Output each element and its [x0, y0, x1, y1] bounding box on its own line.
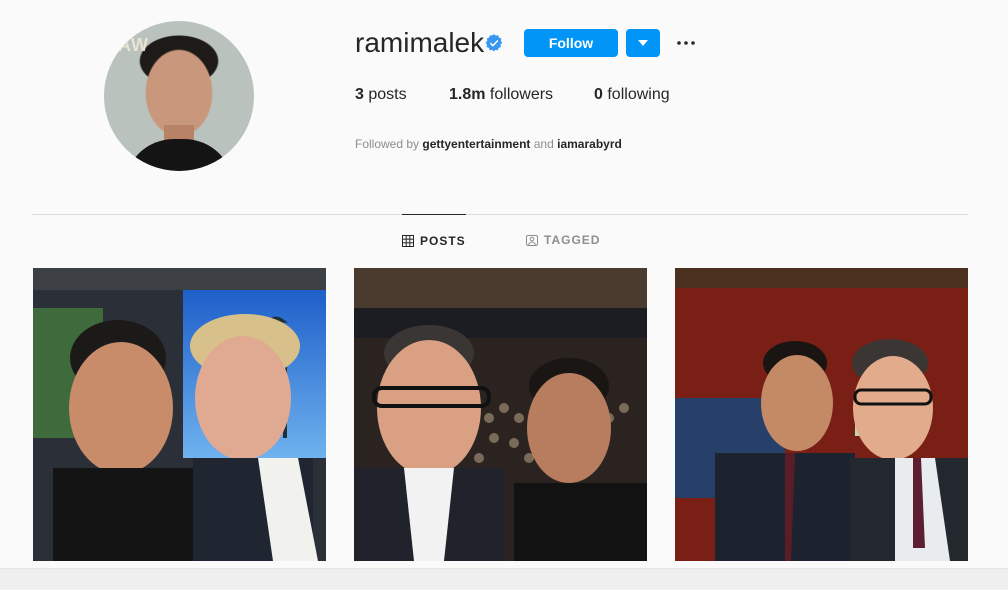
more-options-button[interactable]: [675, 30, 697, 56]
stat-followers-label: followers: [489, 86, 554, 103]
avatar-shirt: [124, 139, 234, 171]
page-footer-bar: [0, 568, 1008, 590]
post-thumbnail[interactable]: [675, 268, 968, 561]
followed-by-joiner: and: [533, 137, 554, 151]
stat-posts-label: posts: [368, 86, 407, 103]
tab-tagged-label: TAGGED: [544, 233, 601, 247]
post-selfie-colbert-audience-image: [354, 268, 647, 561]
tab-posts[interactable]: POSTS: [402, 214, 466, 267]
post-selfie-colbert-set-image: [675, 268, 968, 561]
tagged-icon: [526, 235, 538, 246]
follow-button[interactable]: Follow: [524, 29, 618, 57]
profile-username: ramimalek: [355, 27, 485, 58]
stat-followers[interactable]: 1.8m followers: [449, 85, 553, 105]
chevron-down-icon: [638, 40, 648, 46]
stat-posts: 3 posts: [355, 85, 407, 105]
post-thumbnail[interactable]: [33, 268, 326, 561]
tab-tagged[interactable]: TAGGED: [526, 214, 600, 266]
stat-following-label: following: [607, 86, 670, 103]
post-selfie-ellen-image: [33, 268, 326, 561]
followed-by-account[interactable]: iamarabyrd: [557, 137, 622, 151]
stat-posts-count: 3: [355, 86, 364, 103]
followed-by-line: Followed by gettyentertainment and iamar…: [355, 136, 622, 152]
followed-by-prefix: Followed by: [355, 137, 420, 151]
verified-badge-icon: [485, 34, 503, 52]
tab-posts-label: POSTS: [420, 234, 466, 248]
more-horizontal-icon: [677, 41, 695, 45]
stat-following-count: 0: [594, 86, 603, 103]
profile-avatar[interactable]: AW: [104, 21, 254, 171]
grid-icon: [402, 235, 414, 247]
suggested-dropdown-button[interactable]: [626, 29, 660, 57]
stat-followers-count: 1.8m: [449, 86, 486, 103]
followed-by-account[interactable]: gettyentertainment: [422, 137, 530, 151]
post-thumbnail[interactable]: [354, 268, 647, 561]
stat-following[interactable]: 0 following: [594, 85, 670, 105]
profile-divider: [32, 214, 968, 215]
avatar-backdrop-lettering: AW: [118, 35, 149, 55]
